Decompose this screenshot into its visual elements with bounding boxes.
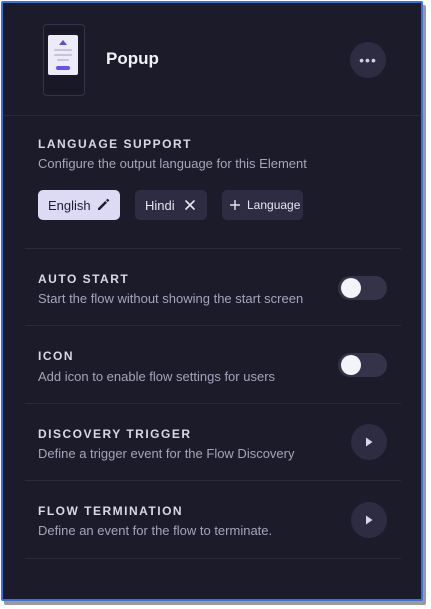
popup-preview-card bbox=[48, 35, 78, 75]
close-icon[interactable] bbox=[185, 200, 195, 210]
toggle-knob bbox=[341, 355, 361, 375]
preview-line bbox=[54, 49, 72, 51]
icon-title: ICON bbox=[38, 349, 74, 363]
icon-description: Add icon to enable flow settings for use… bbox=[38, 369, 276, 384]
auto-start-toggle[interactable] bbox=[338, 276, 387, 300]
auto-start-description: Start the flow without showing the start… bbox=[38, 291, 304, 306]
edit-icon[interactable] bbox=[97, 198, 110, 211]
plus-icon bbox=[230, 200, 240, 210]
element-thumbnail bbox=[43, 24, 85, 96]
discovery-trigger-description: Define a trigger event for the Flow Disc… bbox=[38, 446, 295, 461]
divider bbox=[25, 558, 401, 559]
auto-start-title: AUTO START bbox=[38, 272, 130, 286]
icon-toggle[interactable] bbox=[338, 353, 387, 377]
language-chip-hindi[interactable]: Hindi bbox=[135, 190, 207, 220]
more-options-button[interactable]: ••• bbox=[350, 42, 386, 78]
play-icon bbox=[366, 515, 373, 525]
toggle-knob bbox=[341, 278, 361, 298]
divider bbox=[25, 403, 401, 404]
flow-termination-description: Define an event for the flow to terminat… bbox=[38, 523, 273, 538]
element-title: Popup bbox=[106, 49, 159, 68]
more-icon: ••• bbox=[359, 52, 377, 68]
add-language-button[interactable]: Language bbox=[222, 190, 303, 220]
divider bbox=[25, 325, 401, 326]
play-icon bbox=[366, 437, 373, 447]
preview-button bbox=[56, 66, 70, 70]
preview-line bbox=[57, 59, 69, 61]
divider bbox=[25, 480, 401, 481]
flow-termination-title: FLOW TERMINATION bbox=[38, 504, 184, 518]
language-label: Hindi bbox=[145, 197, 175, 213]
flow-termination-button[interactable] bbox=[351, 502, 387, 538]
language-chip-english[interactable]: English bbox=[38, 190, 120, 220]
discovery-trigger-title: DISCOVERY TRIGGER bbox=[38, 427, 192, 441]
image-icon bbox=[59, 40, 67, 45]
discovery-trigger-button[interactable] bbox=[351, 424, 387, 460]
language-label: English bbox=[48, 197, 91, 213]
language-support-description: Configure the output language for this E… bbox=[38, 156, 307, 171]
divider bbox=[3, 115, 421, 116]
language-support-title: LANGUAGE SUPPORT bbox=[38, 137, 193, 151]
element-settings-panel: Popup ••• LANGUAGE SUPPORT Configure the… bbox=[1, 1, 423, 601]
divider bbox=[25, 248, 401, 249]
add-language-label: Language bbox=[247, 198, 301, 212]
element-header: Popup ••• bbox=[3, 3, 421, 115]
preview-line bbox=[54, 54, 72, 56]
